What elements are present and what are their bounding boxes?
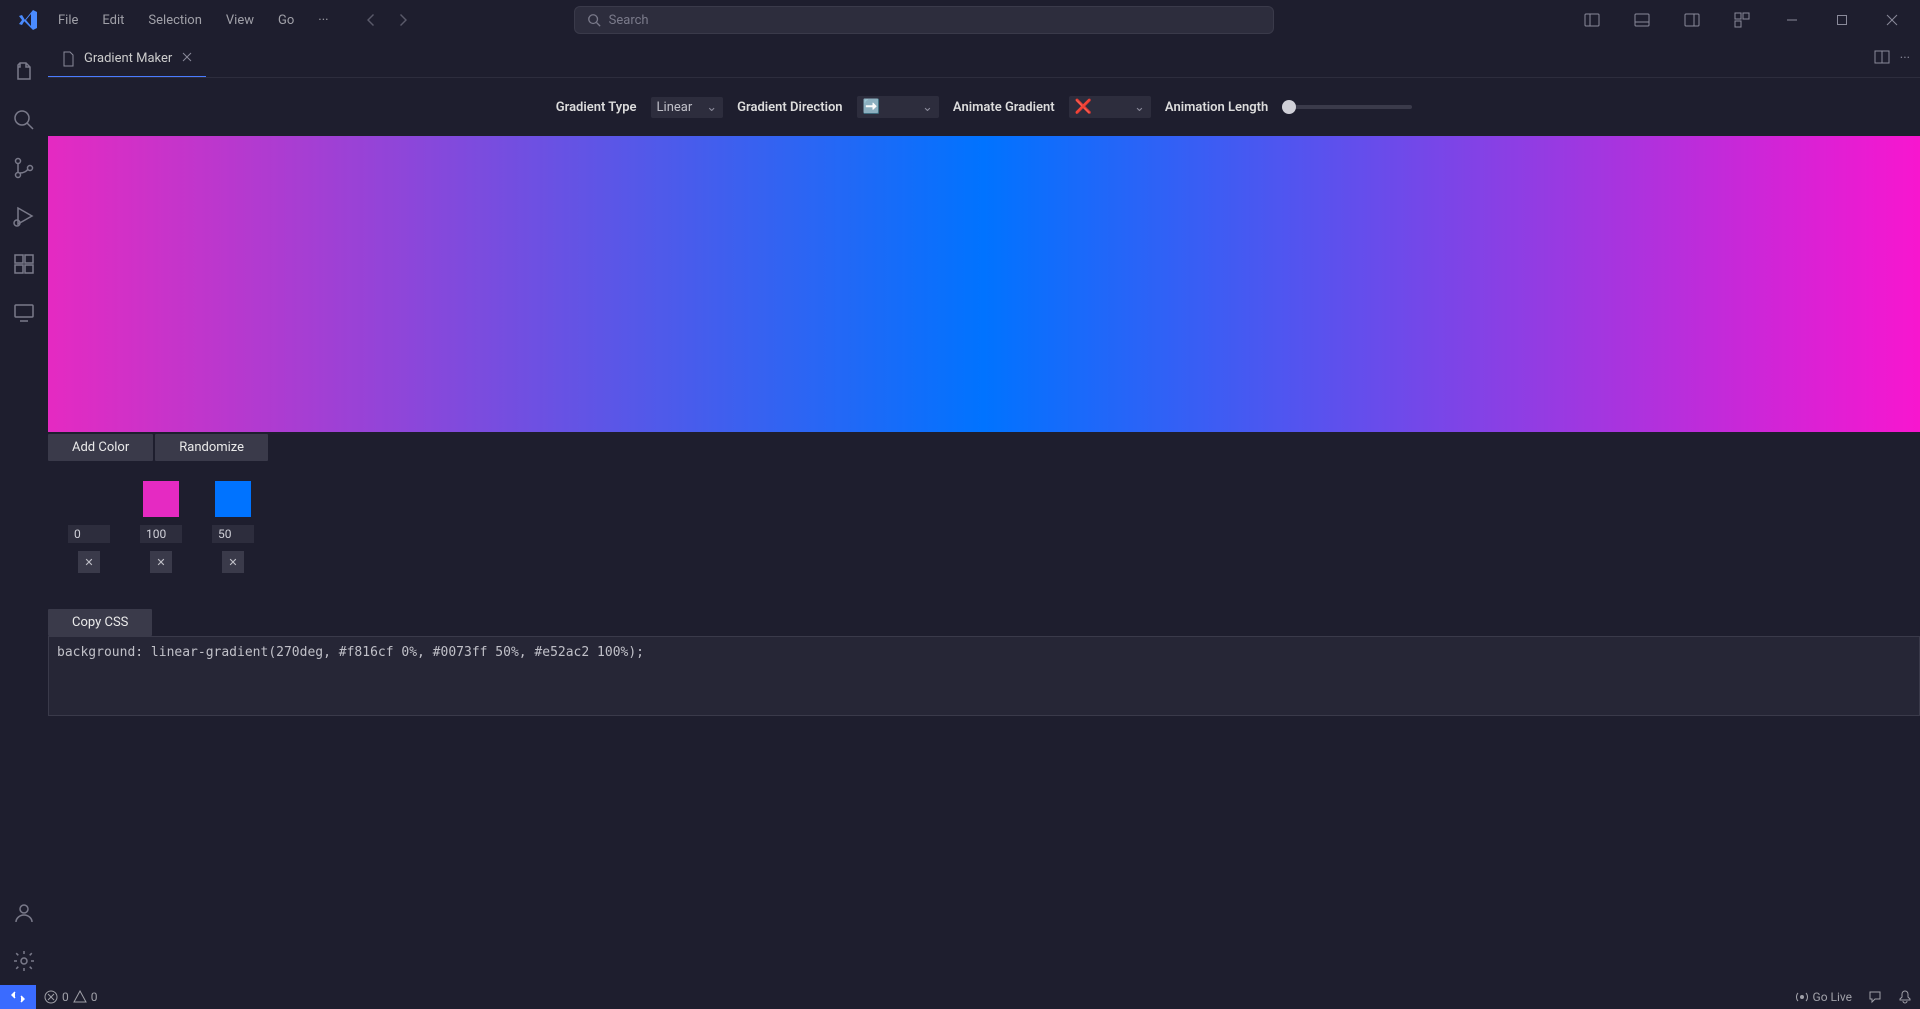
tab-bar: Gradient Maker ··· (48, 40, 1920, 78)
activity-extensions-icon[interactable] (0, 240, 48, 288)
swatch-position-input[interactable]: 100 (140, 525, 182, 543)
menu-edit[interactable]: Edit (92, 7, 134, 34)
activity-explorer-icon[interactable] (0, 48, 48, 96)
activity-source-control-icon[interactable] (0, 144, 48, 192)
vscode-logo-icon (16, 8, 40, 32)
chevron-down-icon: ⌄ (706, 100, 717, 115)
swatch-delete-button[interactable]: ✕ (150, 551, 172, 573)
split-editor-icon[interactable] (1874, 49, 1890, 69)
tab-close-icon[interactable] (180, 50, 194, 68)
animate-gradient-select[interactable]: ❌ ⌄ (1069, 96, 1151, 118)
window-maximize-icon[interactable] (1822, 5, 1862, 35)
window-minimize-icon[interactable] (1772, 5, 1812, 35)
color-swatch[interactable] (215, 481, 251, 517)
menu-bar: File Edit Selection View Go ··· (48, 7, 339, 34)
gradient-direction-select[interactable]: ➡️ ⌄ (857, 96, 939, 118)
swatch-delete-button[interactable]: ✕ (222, 551, 244, 573)
layout-right-icon[interactable] (1672, 5, 1712, 35)
swatch-delete-button[interactable]: ✕ (78, 551, 100, 573)
css-output[interactable]: background: linear-gradient(270deg, #f81… (48, 636, 1920, 716)
swatches: 0 ✕ 100 ✕ 50 ✕ (48, 461, 1920, 579)
animation-length-slider[interactable] (1282, 105, 1412, 109)
tab-actions: ··· (1874, 40, 1920, 77)
more-actions-icon[interactable]: ··· (1900, 51, 1910, 66)
search-icon (587, 13, 601, 27)
activity-search-icon[interactable] (0, 96, 48, 144)
gradient-type-label: Gradient Type (556, 100, 637, 115)
gradient-type-select[interactable]: Linear ⌄ (651, 97, 724, 118)
layout-customize-icon[interactable] (1722, 5, 1762, 35)
go-live-label: Go Live (1813, 990, 1852, 1004)
title-right (1572, 5, 1912, 35)
animation-length-label: Animation Length (1165, 100, 1268, 115)
status-go-live[interactable]: Go Live (1787, 990, 1860, 1004)
chevron-down-icon: ⌄ (922, 100, 933, 115)
status-feedback-icon[interactable] (1860, 990, 1890, 1004)
swatch-position-input[interactable]: 50 (212, 525, 254, 543)
swatch-item: 100 ✕ (140, 481, 182, 573)
activity-accounts-icon[interactable] (0, 889, 48, 937)
status-bar: 0 0 Go Live (0, 985, 1920, 1009)
color-swatch[interactable] (71, 481, 107, 517)
error-icon (44, 990, 58, 1004)
nav-forward-icon[interactable] (391, 8, 415, 32)
layout-left-icon[interactable] (1572, 5, 1612, 35)
activity-settings-icon[interactable] (0, 937, 48, 985)
status-bell-icon[interactable] (1890, 990, 1920, 1004)
gradient-direction-label: Gradient Direction (737, 100, 842, 115)
gradient-direction-value: ➡️ (863, 99, 880, 115)
randomize-button[interactable]: Randomize (155, 434, 268, 461)
button-row: Add Color Randomize (48, 434, 1920, 461)
activity-bar (0, 40, 48, 985)
gradient-preview (48, 136, 1920, 432)
controls-row: Gradient Type Linear ⌄ Gradient Directio… (48, 78, 1920, 136)
warning-icon (73, 990, 87, 1004)
tab-title: Gradient Maker (84, 51, 172, 66)
menu-go[interactable]: Go (268, 7, 304, 34)
chevron-down-icon: ⌄ (1134, 100, 1145, 115)
animate-gradient-label: Animate Gradient (953, 100, 1055, 115)
search-input[interactable]: Search (574, 6, 1274, 34)
menu-file[interactable]: File (48, 7, 88, 34)
file-icon (60, 51, 76, 67)
window-close-icon[interactable] (1872, 5, 1912, 35)
layout-bottom-icon[interactable] (1622, 5, 1662, 35)
swatch-item: 0 ✕ (68, 481, 110, 573)
search-placeholder: Search (609, 13, 649, 28)
swatch-position-input[interactable]: 0 (68, 525, 110, 543)
add-color-button[interactable]: Add Color (48, 434, 153, 461)
activity-remote-icon[interactable] (0, 288, 48, 336)
status-remote-icon[interactable] (0, 985, 36, 1009)
menu-more-icon[interactable]: ··· (308, 7, 338, 34)
gradient-type-value: Linear (657, 100, 693, 115)
nav-arrows (359, 8, 415, 32)
status-problems[interactable]: 0 0 (36, 990, 106, 1004)
editor-area: Gradient Type Linear ⌄ Gradient Directio… (48, 78, 1920, 985)
broadcast-icon (1795, 990, 1809, 1004)
tab-gradient-maker[interactable]: Gradient Maker (48, 40, 206, 77)
copy-css-button[interactable]: Copy CSS (48, 609, 152, 636)
slider-thumb[interactable] (1282, 100, 1296, 114)
swatch-item: 50 ✕ (212, 481, 254, 573)
color-swatch[interactable] (143, 481, 179, 517)
warning-count: 0 (91, 990, 98, 1004)
title-bar: File Edit Selection View Go ··· Search (0, 0, 1920, 40)
menu-selection[interactable]: Selection (138, 7, 211, 34)
nav-back-icon[interactable] (359, 8, 383, 32)
activity-run-debug-icon[interactable] (0, 192, 48, 240)
menu-view[interactable]: View (216, 7, 264, 34)
animate-gradient-value: ❌ (1075, 99, 1092, 115)
error-count: 0 (62, 990, 69, 1004)
